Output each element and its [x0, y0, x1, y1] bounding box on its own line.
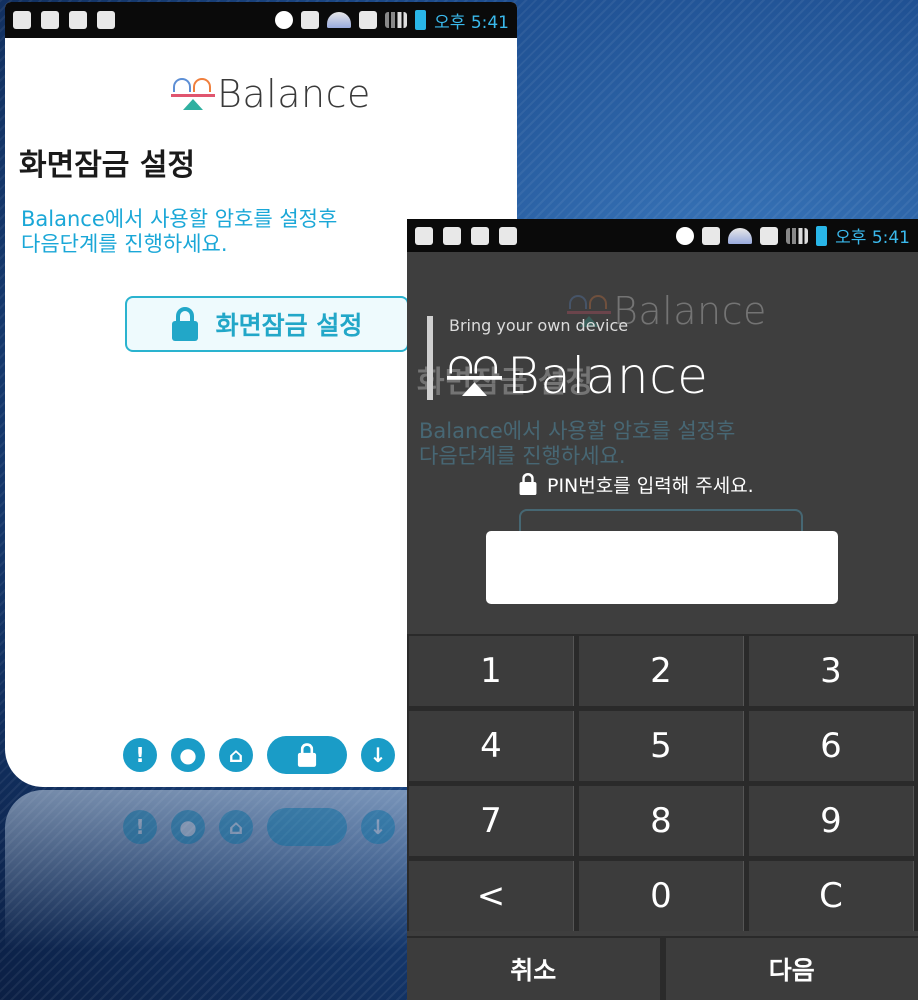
key-3[interactable]: 3 [749, 636, 914, 706]
lock-icon [267, 808, 347, 846]
pin-prompt: PIN번호를 입력해 주세요. [515, 467, 754, 501]
bottom-nav: ! ● ⌂ ↓ [123, 736, 395, 774]
user-icon: ● [171, 810, 205, 844]
battery-icon [415, 10, 427, 30]
byod-subtitle: Bring your own device [449, 316, 629, 335]
pin-prompt-text: PIN번호를 입력해 주세요. [547, 474, 754, 497]
reflected-nav: ! ● ⌂ ↓ [123, 808, 395, 846]
key-clear[interactable]: C [749, 861, 914, 931]
key-backspace[interactable]: < [409, 861, 574, 931]
ghost-logo-text: Balance [613, 289, 767, 333]
key-6[interactable]: 6 [749, 711, 914, 781]
cancel-button[interactable]: 취소 [407, 938, 660, 1000]
android-icon [471, 226, 489, 245]
pin-screen: 오후 5:41 Balance 화면잠금 설정 Balance에서 사용할 암호… [407, 219, 918, 1000]
dialog-actions: 취소 다음 [407, 936, 918, 1000]
status-time: 오후 5:41 [434, 12, 509, 33]
ghost-description: Balance에서 사용할 암호를 설정후 다음단계를 진행하세요. [419, 419, 736, 468]
android-icon [69, 11, 87, 29]
signal-icon [786, 227, 809, 244]
accent-bar [427, 316, 433, 400]
logo-text: Balance [507, 347, 709, 405]
description: Balance에서 사용할 암호를 설정후 다음단계를 진행하세요. [21, 207, 338, 256]
signal-icon [385, 12, 408, 28]
key-1[interactable]: 1 [409, 636, 574, 706]
set-screen-lock-button[interactable]: 화면잠금 설정 [125, 296, 409, 352]
balance-logo-icon [447, 354, 505, 399]
keypad: 1 2 3 4 5 6 7 8 9 < 0 C [407, 634, 918, 931]
bluetooth-icon [275, 11, 294, 29]
key-2[interactable]: 2 [579, 636, 744, 706]
mute-icon [702, 226, 721, 245]
key-4[interactable]: 4 [409, 711, 574, 781]
key-5[interactable]: 5 [579, 711, 744, 781]
info-icon: ! [123, 810, 157, 844]
checkbox-icon [443, 226, 461, 245]
pin-input[interactable] [486, 531, 838, 604]
battery-saver-icon [415, 226, 433, 245]
lock-icon [171, 307, 198, 341]
lock-icon [519, 472, 537, 496]
page-title: 화면잠금 설정 [19, 148, 196, 183]
balance-logo: Balance [447, 347, 708, 405]
mute-icon [301, 11, 320, 29]
user-icon[interactable]: ● [171, 738, 205, 772]
download-icon: ↓ [361, 810, 395, 844]
key-8[interactable]: 8 [579, 786, 744, 856]
sim-icon [760, 226, 779, 245]
balance-logo-icon [171, 76, 217, 112]
balance-logo: Balance [171, 72, 371, 116]
battery-saver-icon [13, 11, 31, 29]
logo-text: Balance [217, 72, 371, 116]
battery-icon [816, 225, 828, 246]
next-button[interactable]: 다음 [665, 938, 918, 1000]
usb-icon [97, 11, 115, 29]
info-icon[interactable]: ! [123, 738, 157, 772]
bluetooth-icon [676, 226, 695, 245]
checkbox-icon [41, 11, 59, 29]
key-7[interactable]: 7 [409, 786, 574, 856]
status-bar: 오후 5:41 [5, 2, 517, 38]
lock-nav-button[interactable] [267, 736, 347, 774]
set-screen-lock-label: 화면잠금 설정 [215, 311, 363, 340]
home-icon[interactable]: ⌂ [219, 738, 253, 772]
status-time: 오후 5:41 [835, 228, 910, 248]
usb-icon [499, 226, 517, 245]
key-9[interactable]: 9 [749, 786, 914, 856]
status-bar: 오후 5:41 [407, 219, 918, 252]
key-0[interactable]: 0 [579, 861, 744, 931]
sim-icon [359, 11, 378, 29]
download-icon[interactable]: ↓ [361, 738, 395, 772]
wifi-icon [327, 12, 352, 28]
wifi-icon [728, 227, 753, 244]
home-icon: ⌂ [219, 810, 253, 844]
lock-icon [297, 743, 317, 767]
